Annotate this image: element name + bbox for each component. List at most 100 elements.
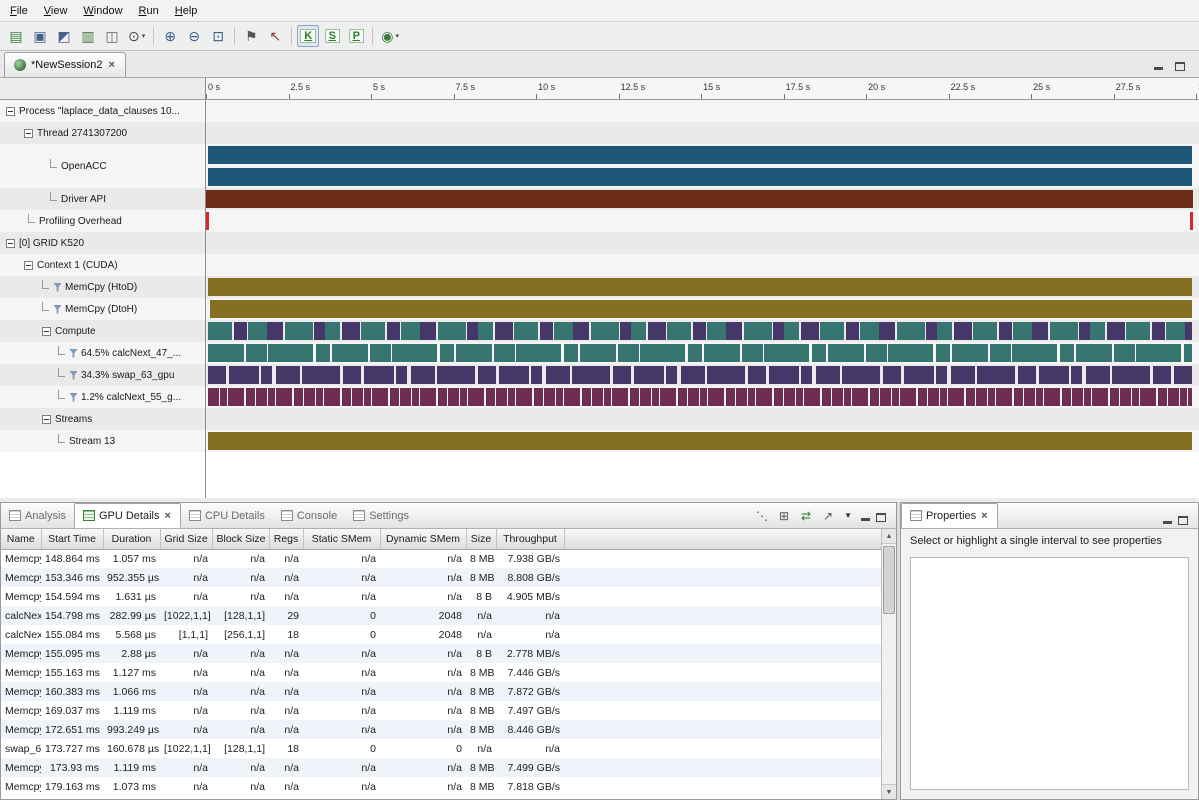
minimize-button[interactable] xyxy=(1151,59,1165,71)
column-header-regs[interactable]: Regs xyxy=(269,529,303,549)
table-row[interactable]: Memcpy155.095 ms2.88 µsn/an/an/an/an/a8 … xyxy=(1,644,881,663)
table-row[interactable]: Memcpy179.163 ms1.073 msn/an/an/an/an/a8… xyxy=(1,777,881,796)
timeline-bar[interactable] xyxy=(208,432,1192,450)
tab-analysis[interactable]: Analysis xyxy=(1,503,74,528)
flat-view-button[interactable]: ⋱ xyxy=(752,506,772,525)
table-row[interactable]: Memcpy173.93 ms1.119 msn/an/an/an/an/a8 … xyxy=(1,758,881,777)
timeline-bar[interactable] xyxy=(208,322,1192,340)
filter-icon[interactable] xyxy=(53,283,62,292)
collapse-icon[interactable] xyxy=(24,261,33,270)
save-button[interactable]: ▣ xyxy=(29,25,51,47)
close-icon[interactable]: × xyxy=(164,510,172,522)
menu-help[interactable]: Help xyxy=(167,2,206,20)
timeline-bar[interactable] xyxy=(208,344,1192,362)
timeline-bar[interactable] xyxy=(208,278,1192,296)
next-marker-button[interactable]: ↖ xyxy=(264,25,286,47)
table-row[interactable]: calcNext154.798 ms282.99 µs[1022,1,1][12… xyxy=(1,606,881,625)
collapse-icon[interactable] xyxy=(42,415,51,424)
collapse-icon[interactable] xyxy=(42,327,51,336)
table-row[interactable]: Memcpy169.037 ms1.119 msn/an/an/an/an/a8… xyxy=(1,701,881,720)
table-row[interactable]: Memcpy160.383 ms1.066 msn/an/an/an/an/a8… xyxy=(1,682,881,701)
close-icon[interactable]: × xyxy=(980,510,988,522)
zoom-fit-button[interactable]: ⊡ xyxy=(207,25,229,47)
menu-file[interactable]: File xyxy=(2,2,36,20)
column-header-start-time[interactable]: Start Time xyxy=(41,529,103,549)
table-row[interactable]: Memcpy155.163 ms1.127 msn/an/an/an/an/a8… xyxy=(1,663,881,682)
collapse-icon[interactable] xyxy=(6,107,15,116)
timeline-bar[interactable] xyxy=(208,168,1192,186)
timeline-bar[interactable] xyxy=(208,388,1192,406)
table-row[interactable]: calcNext155.084 ms5.568 µs[1,1,1][256,1,… xyxy=(1,625,881,644)
table-row[interactable]: swap_63173.727 ms160.678 µs[1022,1,1][12… xyxy=(1,739,881,758)
kernel-toggle-button[interactable]: K xyxy=(297,25,319,47)
timeline-bar[interactable] xyxy=(208,146,1192,164)
column-header-static-smem[interactable]: Static SMem xyxy=(303,529,380,549)
filter-icon[interactable] xyxy=(69,349,78,358)
row-label-64-5-calcnext-47[interactable]: 64.5% calcNext_47_... xyxy=(0,342,206,364)
group-view-button[interactable]: ⊞ xyxy=(774,506,794,525)
timeline-bar[interactable] xyxy=(206,190,1193,208)
column-header-grid-size[interactable]: Grid Size xyxy=(160,529,212,549)
view-menu-icon[interactable]: ▼ xyxy=(840,511,856,520)
column-header-block-size[interactable]: Block Size xyxy=(212,529,269,549)
table-row[interactable]: Memcpy148.864 ms1.057 msn/an/an/an/an/a8… xyxy=(1,549,881,568)
filter-icon[interactable] xyxy=(53,305,62,314)
scrollbar-track[interactable] xyxy=(882,544,896,784)
row-label-context-1-cuda[interactable]: Context 1 (CUDA) xyxy=(0,254,206,276)
filter-icon[interactable] xyxy=(69,371,78,380)
row-label-memcpy-dtoh[interactable]: MemCpy (DtoH) xyxy=(0,298,206,320)
collapse-icon[interactable] xyxy=(6,239,15,248)
row-label-0-grid-k520[interactable]: [0] GRID K520 xyxy=(0,232,206,254)
row-label-thread-2741307200[interactable]: Thread 2741307200 xyxy=(0,122,206,144)
tab-gpu-details[interactable]: GPU Details× xyxy=(74,503,181,528)
timeline-bar[interactable] xyxy=(210,300,1192,318)
row-label-compute[interactable]: Compute xyxy=(0,320,206,342)
column-header-size[interactable]: Size xyxy=(466,529,496,549)
maximize-button[interactable] xyxy=(1176,513,1190,525)
tab-console[interactable]: Console xyxy=(273,503,345,528)
row-label-1-2-calcnext-55-g[interactable]: 1.2% calcNext_55_g... xyxy=(0,386,206,408)
menu-view[interactable]: View xyxy=(36,2,76,20)
maximize-button[interactable] xyxy=(1173,59,1187,71)
scroll-up-icon[interactable]: ▲ xyxy=(882,529,896,544)
row-label-driver-api[interactable]: Driver API xyxy=(0,188,206,210)
column-header-duration[interactable]: Duration xyxy=(103,529,160,549)
maximize-button[interactable] xyxy=(874,510,888,522)
analysis-button[interactable]: ◉▾ xyxy=(378,25,402,47)
report-button[interactable]: ▥ xyxy=(77,25,99,47)
tab-properties[interactable]: Properties × xyxy=(901,503,998,528)
session-tab[interactable]: *NewSession2 × xyxy=(4,52,126,77)
tab-cpu-details[interactable]: CPU Details xyxy=(181,503,273,528)
minimize-button[interactable] xyxy=(1160,513,1174,525)
timeline-bar[interactable] xyxy=(206,212,209,230)
collapse-icon[interactable] xyxy=(24,129,33,138)
save-all-button[interactable]: ◩ xyxy=(53,25,75,47)
prev-marker-button[interactable]: ⚑ xyxy=(240,25,262,47)
zoom-out-button[interactable]: ⊖ xyxy=(183,25,205,47)
row-label-streams[interactable]: Streams xyxy=(0,408,206,430)
row-label-stream-13[interactable]: Stream 13 xyxy=(0,430,206,452)
close-icon[interactable]: × xyxy=(108,59,116,71)
column-header-dynamic-smem[interactable]: Dynamic SMem xyxy=(380,529,466,549)
table-scrollbar[interactable]: ▲ ▼ xyxy=(881,529,896,799)
table-row[interactable]: Memcpy172.651 ms993.249 µsn/an/an/an/an/… xyxy=(1,720,881,739)
row-label-openacc[interactable]: OpenACC xyxy=(0,144,206,188)
table-row[interactable]: Memcpy153.346 ms952.355 µsn/an/an/an/an/… xyxy=(1,568,881,587)
row-label-profiling-overhead[interactable]: Profiling Overhead xyxy=(0,210,206,232)
tab-settings[interactable]: Settings xyxy=(345,503,417,528)
row-label-memcpy-htod[interactable]: MemCpy (HtoD) xyxy=(0,276,206,298)
row-label-34-3-swap-63-gpu[interactable]: 34.3% swap_63_gpu xyxy=(0,364,206,386)
column-header-throughput[interactable]: Throughput xyxy=(496,529,564,549)
timeline-bar[interactable] xyxy=(208,366,1192,384)
menu-window[interactable]: Window xyxy=(75,2,130,20)
zoom-tool-button[interactable]: ⊙▾ xyxy=(125,25,148,47)
scroll-down-icon[interactable]: ▼ xyxy=(882,784,896,799)
column-header-name[interactable]: Name xyxy=(1,529,41,549)
zoom-in-button[interactable]: ⊕ xyxy=(159,25,181,47)
minimize-button[interactable] xyxy=(858,510,872,522)
row-label-process-laplace-data-clauses-10[interactable]: Process "laplace_data_clauses 10... xyxy=(0,100,206,122)
menu-run[interactable]: Run xyxy=(131,2,167,20)
process-toggle-button[interactable]: P xyxy=(345,25,367,47)
sync-selection-button[interactable]: ⇄ xyxy=(796,506,816,525)
timeline-bar[interactable] xyxy=(1190,212,1193,230)
